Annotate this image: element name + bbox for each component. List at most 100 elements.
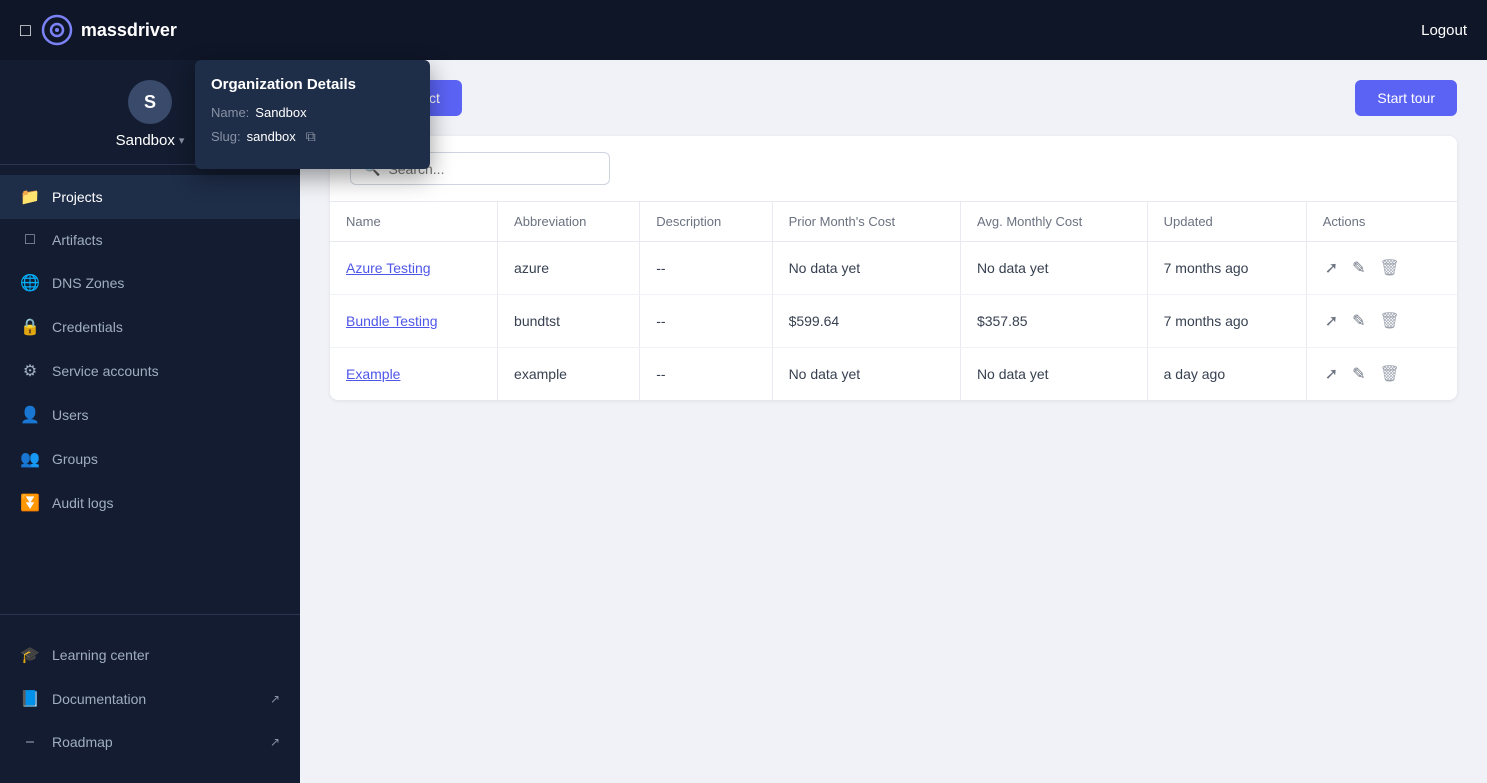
sidebar-item-roadmap[interactable]: ⎯ Roadmap ↗ [0, 721, 300, 763]
settings-icon: ⚙ [20, 361, 40, 381]
table-header: Name Abbreviation Description Prior Mont… [330, 202, 1457, 242]
table-search-area: 🔍 [330, 136, 1457, 202]
sidebar-item-credentials[interactable]: 🔒 Credentials [0, 305, 300, 349]
cell-prior-cost: No data yet [772, 242, 960, 295]
delete-button[interactable]: 🗑 [1378, 309, 1402, 333]
sidebar-item-service-accounts[interactable]: ⚙ Service accounts [0, 349, 300, 393]
cell-name: Example [330, 348, 498, 401]
edit-button[interactable]: ✎ [1350, 362, 1367, 386]
table-row: Example example -- No data yet No data y… [330, 348, 1457, 401]
folder-icon: 📁 [20, 187, 40, 207]
sidebar-nav: 📁 Projects □ Artifacts 🌐 DNS Zones 🔒 Cre… [0, 165, 300, 606]
delete-button[interactable]: 🗑 [1378, 362, 1402, 386]
logo-icon [41, 14, 73, 46]
col-actions: Actions [1306, 202, 1457, 242]
sidebar-item-users[interactable]: 👤 Users [0, 393, 300, 437]
main-content: Create project Start tour 🔍 Name Abbrevi… [300, 60, 1487, 783]
users-icon: 👥 [20, 449, 40, 469]
cell-abbreviation: example [498, 348, 640, 401]
col-abbreviation: Abbreviation [498, 202, 640, 242]
org-avatar: S [128, 80, 172, 124]
open-button[interactable]: ➚ [1323, 309, 1340, 333]
cell-description: -- [640, 295, 772, 348]
cell-abbreviation: azure [498, 242, 640, 295]
col-name: Name [330, 202, 498, 242]
sidebar-item-groups[interactable]: 👥 Groups [0, 437, 300, 481]
name-label: Name: [211, 105, 249, 120]
actions-wrap: ➚ ✎ 🗑 [1323, 309, 1441, 333]
cell-updated: 7 months ago [1147, 242, 1306, 295]
cell-updated: a day ago [1147, 348, 1306, 401]
delete-button[interactable]: 🗑 [1378, 256, 1402, 280]
sidebar-item-label: Audit logs [52, 495, 113, 511]
logo-text: massdriver [81, 20, 177, 41]
open-button[interactable]: ➚ [1323, 362, 1340, 386]
sidebar-item-label: Artifacts [52, 232, 103, 248]
col-avg-cost: Avg. Monthly Cost [960, 202, 1147, 242]
col-prior-cost: Prior Month's Cost [772, 202, 960, 242]
edit-button[interactable]: ✎ [1350, 309, 1367, 333]
cell-abbreviation: bundtst [498, 295, 640, 348]
sidebar-item-learning-center[interactable]: 🎓 Learning center [0, 633, 300, 677]
graduation-icon: 🎓 [20, 645, 40, 665]
col-updated: Updated [1147, 202, 1306, 242]
edit-button[interactable]: ✎ [1350, 256, 1367, 280]
slug-value: sandbox [247, 129, 296, 144]
cell-name: Bundle Testing [330, 295, 498, 348]
org-dropdown: Organization Details Name: Sandbox Slug:… [195, 60, 430, 169]
cell-actions: ➚ ✎ 🗑 [1306, 295, 1457, 348]
table-row: Bundle Testing bundtst -- $599.64 $357.8… [330, 295, 1457, 348]
table-body: Azure Testing azure -- No data yet No da… [330, 242, 1457, 401]
org-name-label: Sandbox [116, 132, 175, 149]
sidebar-item-label: DNS Zones [52, 275, 124, 291]
project-link[interactable]: Example [346, 366, 400, 382]
cell-description: -- [640, 242, 772, 295]
cell-actions: ➚ ✎ 🗑 [1306, 242, 1457, 295]
cell-prior-cost: $599.64 [772, 295, 960, 348]
activity-icon: ⏬ [20, 493, 40, 513]
projects-table: Name Abbreviation Description Prior Mont… [330, 202, 1457, 400]
actions-wrap: ➚ ✎ 🗑 [1323, 362, 1441, 386]
cell-avg-cost: No data yet [960, 348, 1147, 401]
sidebar-item-audit-logs[interactable]: ⏬ Audit logs [0, 481, 300, 525]
cell-name: Azure Testing [330, 242, 498, 295]
sidebar-item-projects[interactable]: 📁 Projects [0, 175, 300, 219]
org-slug-row: Slug: sandbox ⧉ [211, 128, 414, 145]
sidebar-item-documentation[interactable]: 📘 Documentation ↗ [0, 677, 300, 721]
sidebar-item-label: Documentation [52, 691, 146, 707]
sidebar-item-label: Projects [52, 189, 103, 205]
logout-button[interactable]: Logout [1421, 22, 1467, 39]
cell-description: -- [640, 348, 772, 401]
start-tour-button[interactable]: Start tour [1355, 80, 1457, 116]
sidebar-toggle[interactable]: □ [20, 20, 31, 41]
sidebar-item-dns-zones[interactable]: 🌐 DNS Zones [0, 261, 300, 305]
logo: massdriver [41, 14, 177, 46]
actions-wrap: ➚ ✎ 🗑 [1323, 256, 1441, 280]
sidebar-item-label: Credentials [52, 319, 123, 335]
sidebar-item-label: Service accounts [52, 363, 159, 379]
slug-label: Slug: [211, 129, 241, 144]
projects-table-card: 🔍 Name Abbreviation Description Prior Mo… [330, 136, 1457, 400]
org-dropdown-title: Organization Details [211, 76, 414, 93]
copy-slug-button[interactable]: ⧉ [306, 128, 316, 145]
roadmap-icon: ⎯ [20, 733, 40, 751]
external-link-icon: ↗ [270, 735, 280, 749]
main-header: Create project Start tour [300, 60, 1487, 136]
table-row: Azure Testing azure -- No data yet No da… [330, 242, 1457, 295]
sidebar-item-label: Users [52, 407, 89, 423]
external-link-icon: ↗ [270, 692, 280, 706]
lock-icon: 🔒 [20, 317, 40, 337]
col-description: Description [640, 202, 772, 242]
project-link[interactable]: Bundle Testing [346, 313, 438, 329]
cell-prior-cost: No data yet [772, 348, 960, 401]
cell-avg-cost: No data yet [960, 242, 1147, 295]
org-name-button[interactable]: Sandbox ▾ [116, 132, 185, 149]
sidebar-item-label: Groups [52, 451, 98, 467]
topbar-left: □ massdriver [20, 14, 177, 46]
box-icon: □ [20, 231, 40, 249]
project-link[interactable]: Azure Testing [346, 260, 431, 276]
chevron-down-icon: ▾ [179, 134, 185, 147]
open-button[interactable]: ➚ [1323, 256, 1340, 280]
book-icon: 📘 [20, 689, 40, 709]
sidebar-item-artifacts[interactable]: □ Artifacts [0, 219, 300, 261]
